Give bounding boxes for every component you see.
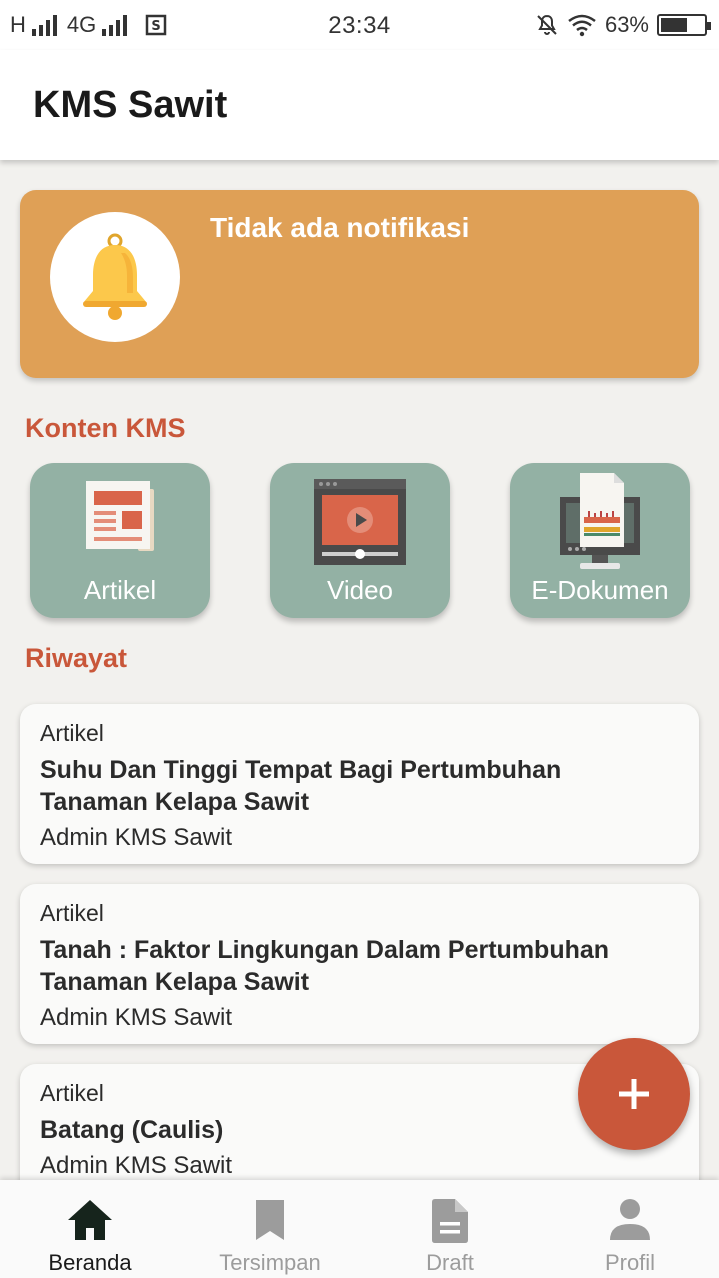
nav-item-beranda[interactable]: Beranda [0, 1180, 180, 1278]
bookmark-icon-wrap [180, 1198, 360, 1242]
history-type: Artikel [40, 900, 104, 926]
tile-label-e-dokumen: E-Dokumen [531, 575, 669, 605]
notification-icon-circle [50, 212, 180, 342]
nav-label-beranda: Beranda [48, 1250, 132, 1275]
app-bar: KMS Sawit [0, 50, 719, 160]
tile-label-artikel: Artikel [83, 575, 157, 605]
plus-icon [619, 1079, 649, 1109]
person-icon-wrap [540, 1198, 719, 1242]
history-type: Artikel [40, 1080, 104, 1106]
e-document-icon-wrap [510, 471, 690, 571]
nav-item-tersimpan[interactable]: Tersimpan [180, 1180, 360, 1278]
section-title-history: Riwayat [25, 643, 128, 673]
history-author: Admin KMS Sawit [40, 1004, 233, 1031]
tile-video[interactable]: Video [270, 463, 450, 618]
battery-icon [657, 14, 711, 36]
notification-card[interactable]: Tidak ada notifikasi [20, 190, 699, 378]
history-title: Suhu Dan Tinggi Tempat Bagi Pertumbuhan … [40, 756, 562, 816]
bell-icon [83, 233, 147, 320]
document-icon-wrap [360, 1198, 540, 1244]
nav-item-draft[interactable]: Draft [360, 1180, 540, 1278]
history-author: Admin KMS Sawit [40, 1152, 233, 1179]
bookmark-icon [256, 1200, 284, 1240]
nav-item-profil[interactable]: Profil [540, 1180, 719, 1278]
history-card[interactable]: Artikel Suhu Dan Tinggi Tempat Bagi Pert… [20, 704, 699, 864]
add-button[interactable] [578, 1038, 690, 1150]
person-icon [610, 1199, 650, 1240]
tile-e-dokumen[interactable]: E-Dokumen [510, 463, 690, 618]
app-title: KMS Sawit [33, 84, 228, 126]
history-type: Artikel [40, 720, 104, 746]
section-title-content: Konten KMS [25, 413, 186, 443]
tile-label-video: Video [326, 575, 394, 605]
video-icon [314, 479, 406, 565]
nav-label-tersimpan: Tersimpan [219, 1250, 321, 1275]
home-icon [68, 1200, 112, 1240]
history-title: Batang (Caulis) [40, 1116, 224, 1144]
mute-bell-icon [537, 14, 557, 35]
home-icon-wrap [0, 1198, 180, 1242]
wifi-icon [568, 14, 596, 37]
e-document-icon [560, 473, 640, 569]
status-bar: H 4G S 23:34 63% [0, 0, 719, 50]
battery-fill [661, 18, 687, 32]
document-icon [432, 1199, 468, 1243]
history-card[interactable]: Artikel Tanah : Faktor Lingkungan Dalam … [20, 884, 699, 1044]
battery-percent: 63% [604, 12, 649, 37]
notification-text: Tidak ada notifikasi [210, 212, 470, 243]
bottom-nav: Beranda Tersimpan Draft Profil [0, 1180, 719, 1278]
status-right: 63% [535, 12, 711, 38]
nav-label-profil: Profil [604, 1250, 656, 1275]
nav-label-draft: Draft [426, 1250, 474, 1275]
tile-artikel[interactable]: Artikel [30, 463, 210, 618]
history-author: Admin KMS Sawit [40, 824, 233, 851]
video-icon-wrap [270, 475, 450, 567]
history-title: Tanah : Faktor Lingkungan Dalam Pertumbu… [40, 936, 610, 996]
article-icon-wrap [30, 475, 210, 555]
article-icon [86, 481, 154, 551]
